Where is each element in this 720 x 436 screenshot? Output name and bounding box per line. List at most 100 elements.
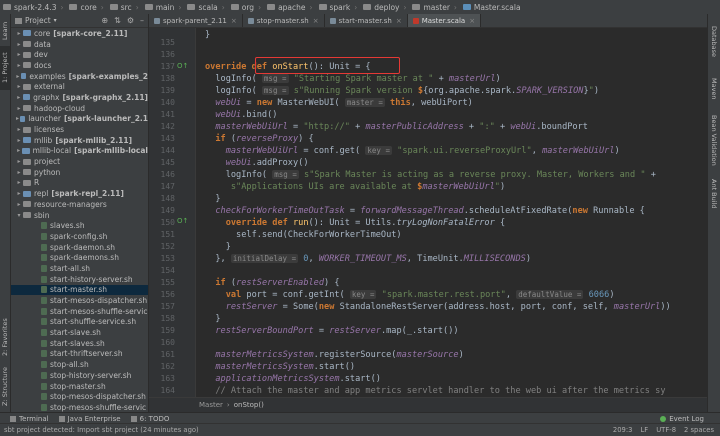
tree-folder-item[interactable]: ▸ resource-managers <box>11 199 148 210</box>
tree-file-item[interactable]: start-master.sh <box>11 284 148 296</box>
close-icon[interactable]: × <box>469 17 475 25</box>
tool-tab-project[interactable]: 1: Project <box>0 46 10 90</box>
line-separator[interactable]: LF <box>641 426 649 434</box>
close-icon[interactable]: × <box>231 17 237 25</box>
code-breadcrumb-class[interactable]: Master <box>199 401 223 409</box>
tree-arrow-icon[interactable]: ▸ <box>15 190 23 197</box>
tree-arrow-icon[interactable]: ▸ <box>15 158 23 165</box>
hide-icon[interactable]: – <box>140 16 144 25</box>
tree-file-item[interactable]: start-slave.sh <box>11 327 148 338</box>
tool-tab-todo[interactable]: 6: TODO <box>130 415 169 423</box>
tree-file-item[interactable]: stop-master.sh <box>11 381 148 392</box>
tree-file-item[interactable]: start-history-server.sh <box>11 274 148 285</box>
tool-tab-learn[interactable]: Learn <box>0 18 10 44</box>
gear-icon[interactable]: ⚙ <box>127 16 134 25</box>
tree-arrow-icon[interactable]: ▸ <box>15 83 23 90</box>
tree-arrow-icon[interactable]: ▾ <box>15 212 23 219</box>
override-marker-icon[interactable]: O↑ <box>177 62 188 70</box>
tree-folder-item[interactable]: ▸ R <box>11 178 148 189</box>
tree-folder-item[interactable]: ▸ graphx [spark-graphx_2.11] <box>11 92 148 103</box>
breadcrumb-item[interactable]: deploy › <box>360 3 409 12</box>
close-icon[interactable]: × <box>313 17 319 25</box>
tree-folder-item[interactable]: ▾ sbin <box>11 210 148 221</box>
close-icon[interactable]: × <box>396 17 402 25</box>
tree-file-item[interactable]: spark-daemons.sh <box>11 252 148 263</box>
tool-tab-database[interactable]: Database <box>708 22 720 62</box>
tree-folder-item[interactable]: ▸ external <box>11 81 148 92</box>
breadcrumb-item[interactable]: org › <box>228 3 264 12</box>
breadcrumb-item[interactable]: Master.scala <box>460 3 524 12</box>
tree-arrow-icon[interactable]: ▸ <box>15 169 23 176</box>
tree-file-item[interactable]: start-thriftserver.sh <box>11 349 148 360</box>
breadcrumb-item[interactable]: core › <box>66 3 106 12</box>
breadcrumb-item[interactable]: apache › <box>264 3 315 12</box>
indent-setting[interactable]: 2 spaces <box>684 426 714 434</box>
breadcrumb-item[interactable]: spark › <box>316 3 361 12</box>
tree-file-item[interactable]: start-shuffle-service.sh <box>11 317 148 328</box>
tree-file-item[interactable]: start-slaves.sh <box>11 338 148 349</box>
editor-tab[interactable]: start-master.sh × <box>325 14 408 27</box>
breadcrumb-item[interactable]: src › <box>107 3 142 12</box>
tree-folder-item[interactable]: ▸ core [spark-core_2.11] <box>11 28 148 39</box>
editor-tab[interactable]: stop-master.sh × <box>243 14 325 27</box>
editor-tab[interactable]: spark-parent_2.11 × <box>149 14 243 27</box>
code-breadcrumb-method[interactable]: onStop() <box>234 401 264 409</box>
tree-folder-item[interactable]: ▸ mllib [spark-mllib_2.11] <box>11 135 148 146</box>
code-area[interactable]: } override def onStart(): Unit = { logIn… <box>205 28 705 397</box>
tree-file-item[interactable]: start-mesos-shuffle-servic <box>11 306 148 317</box>
tree-arrow-icon[interactable]: ▸ <box>15 201 23 208</box>
tool-tab-structure[interactable]: Z: Structure <box>0 364 10 410</box>
breadcrumb-item[interactable]: spark-2.4.3 › <box>0 3 66 12</box>
tree-folder-item[interactable]: ▸ python <box>11 167 148 178</box>
tool-tab-ant-build[interactable]: Ant Build <box>708 174 720 214</box>
tree-arrow-icon[interactable]: ▸ <box>15 147 22 154</box>
tool-tab-java-enterprise[interactable]: Java Enterprise <box>58 415 121 423</box>
tree-arrow-icon[interactable]: ▸ <box>15 30 23 37</box>
breadcrumb-item[interactable]: main › <box>142 3 185 12</box>
breadcrumb-item[interactable]: master › <box>409 3 459 12</box>
tree-folder-item[interactable]: ▸ data <box>11 39 148 50</box>
project-panel-title[interactable]: Project <box>25 16 51 25</box>
tree-file-item[interactable]: start-mesos-dispatcher.sh <box>11 295 148 306</box>
breadcrumb-item[interactable]: scala › <box>184 3 227 12</box>
tree-arrow-icon[interactable]: ▸ <box>15 179 23 186</box>
tree-folder-item[interactable]: ▸ launcher [spark-launcher_2.1 <box>11 114 148 125</box>
tree-arrow-icon[interactable]: ▸ <box>15 51 23 58</box>
tool-tab-bean-validation[interactable]: Bean Validation <box>708 110 720 170</box>
file-encoding[interactable]: UTF-8 <box>656 426 676 434</box>
tool-tab-maven[interactable]: Maven <box>708 74 720 104</box>
tree-arrow-icon[interactable]: ▸ <box>15 73 21 80</box>
status-message[interactable]: sbt project detected: Import sbt project… <box>4 426 199 434</box>
tree-file-item[interactable]: spark-config.sh <box>11 231 148 242</box>
dropdown-chevron-icon[interactable]: ▾ <box>54 17 57 24</box>
tree-file-item[interactable]: spark-daemon.sh <box>11 242 148 253</box>
tree-folder-item[interactable]: ▸ repl [spark-repl_2.11] <box>11 188 148 199</box>
tool-tab-terminal[interactable]: Terminal <box>10 415 49 423</box>
tree-folder-item[interactable]: ▸ licenses <box>11 124 148 135</box>
tree-folder-item[interactable]: ▸ docs <box>11 60 148 71</box>
tool-tab-event-log[interactable]: Event Log <box>660 415 704 423</box>
override-marker-icon[interactable]: O↑ <box>177 217 188 225</box>
tree-folder-item[interactable]: ▸ examples [spark-examples_2 <box>11 71 148 82</box>
collapse-icon[interactable]: ⇅ <box>114 16 121 25</box>
tree-arrow-icon[interactable]: ▸ <box>15 126 23 133</box>
tree-file-item[interactable]: slaves.sh <box>11 220 148 231</box>
tree-file-item[interactable]: stop-history-server.sh <box>11 370 148 381</box>
tree-arrow-icon[interactable]: ▸ <box>15 105 23 112</box>
tree-file-item[interactable]: stop-mesos-dispatcher.sh <box>11 391 148 402</box>
tree-folder-item[interactable]: ▸ mllib-local [spark-mllib-local <box>11 146 148 157</box>
tree-arrow-icon[interactable]: ▸ <box>15 137 23 144</box>
tree-folder-item[interactable]: ▸ project <box>11 156 148 167</box>
tree-file-item[interactable]: start-all.sh <box>11 263 148 274</box>
tool-tab-favorites[interactable]: 2: Favorites <box>0 314 10 360</box>
tree-arrow-icon[interactable]: ▸ <box>15 62 23 69</box>
target-icon[interactable]: ⊕ <box>101 16 108 25</box>
tree-arrow-icon[interactable]: ▸ <box>15 94 23 101</box>
editor-tab[interactable]: Master.scala × <box>407 14 482 27</box>
tree-folder-item[interactable]: ▸ hadoop-cloud <box>11 103 148 114</box>
tree-file-item[interactable]: stop-mesos-shuffle-servic <box>11 402 148 412</box>
tree-file-item[interactable]: stop-all.sh <box>11 359 148 370</box>
cursor-position[interactable]: 209:3 <box>613 426 633 434</box>
tree-folder-item[interactable]: ▸ dev <box>11 49 148 60</box>
tree-arrow-icon[interactable]: ▸ <box>15 41 23 48</box>
